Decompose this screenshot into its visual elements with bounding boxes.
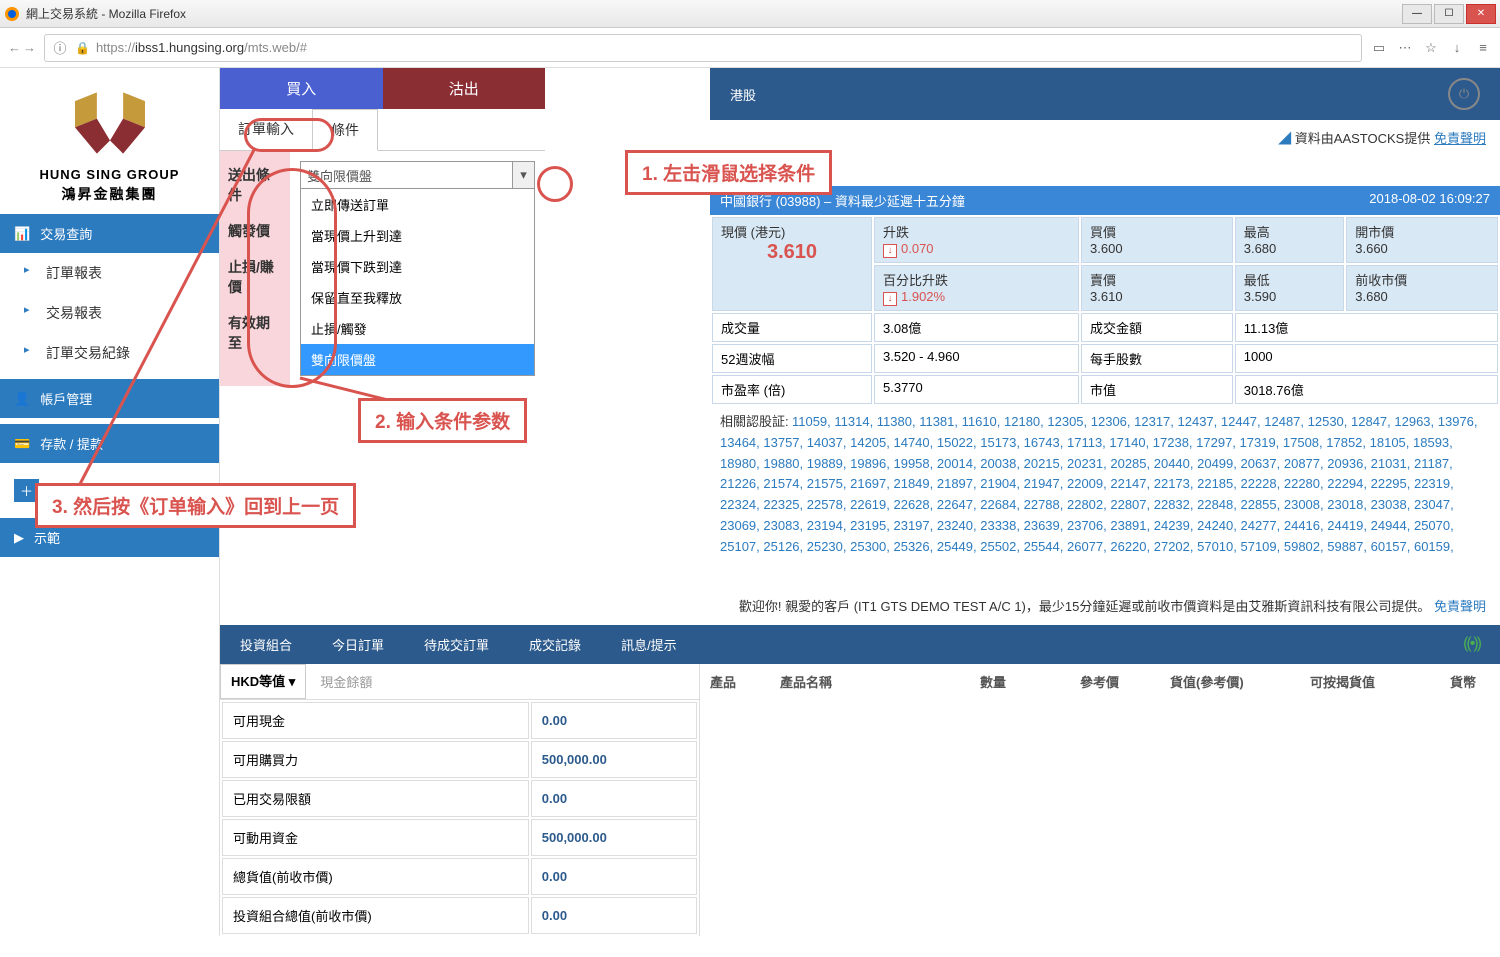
back-button[interactable]: ← — [8, 40, 21, 55]
high-value: 3.680 — [1244, 241, 1336, 256]
change-value: 0.070 — [901, 241, 934, 256]
pct-value: 1.902% — [901, 289, 945, 304]
down-arrow-icon: ↓ — [883, 292, 897, 306]
callout-1: 1. 左击滑鼠选择条件 — [625, 150, 832, 195]
lot-value: 1000 — [1235, 344, 1498, 373]
nav-trade-inquiry[interactable]: 📊 交易查詢 — [0, 214, 219, 253]
currency-dropdown[interactable]: HKD等值 ▾ — [220, 664, 306, 699]
user-icon: 👤 — [14, 391, 30, 407]
live-indicator-icon: ((•)) — [1463, 635, 1480, 654]
tab-pending-orders[interactable]: 待成交訂單 — [424, 635, 489, 654]
market-pane: 港股 ⏻ ◢ 資料由AASTOCKS提供 免責聲明 代碼 中國銀行 (03988… — [710, 68, 1500, 556]
warrants-codes[interactable]: 11059, 11314, 11380, 11381, 11610, 12180… — [720, 414, 1478, 556]
lock-icon: 🔒 — [75, 41, 90, 55]
library-icon[interactable]: ↓ — [1448, 39, 1466, 57]
tab-trade-records[interactable]: 成交記錄 — [529, 635, 581, 654]
callout-3-circle — [244, 118, 334, 152]
disclaimer-link[interactable]: 免責聲明 — [1434, 131, 1486, 146]
turnover-value: 11.13億 — [1235, 313, 1498, 342]
timestamp: 2018-08-02 16:09:27 — [1369, 191, 1490, 210]
account-area: HKD等值 ▾ 現金餘額 可用現金0.00 可用購買力500,000.00 已用… — [220, 664, 1500, 936]
firefox-icon — [4, 6, 20, 22]
bid-value: 3.600 — [1090, 241, 1224, 256]
callout-2: 2. 输入条件参数 — [358, 398, 527, 443]
tab-portfolio[interactable]: 投資組合 — [240, 635, 292, 654]
play-icon: ▶ — [14, 530, 24, 546]
range52-value: 3.520 - 4.960 — [874, 344, 1079, 373]
maximize-button[interactable]: ☐ — [1434, 4, 1464, 24]
cap-value: 3018.76億 — [1235, 375, 1498, 404]
tab-today-orders[interactable]: 今日訂單 — [332, 635, 384, 654]
more-icon[interactable]: ⋯ — [1396, 39, 1414, 57]
bottom-tabs: 投資組合 今日訂單 待成交訂單 成交記錄 訊息/提示 ((•)) — [220, 625, 1500, 664]
volume-value: 3.08億 — [874, 313, 1079, 342]
down-arrow-icon: ↓ — [883, 244, 897, 258]
info-icon[interactable]: ⓘ — [51, 39, 69, 57]
chevron-down-icon: ▾ — [289, 674, 296, 689]
callout-1-circle — [537, 166, 573, 202]
url-bar[interactable]: ⓘ 🔒 https://ibss1.hungsing.org/mts.web/# — [44, 34, 1362, 62]
callout-2-circle — [247, 168, 337, 388]
wallet-icon: 💳 — [14, 436, 30, 452]
window-title: 網上交易系統 - Mozilla Firefox — [26, 5, 1402, 22]
aastocks-logo-icon: ◢ — [1278, 131, 1291, 146]
power-icon[interactable]: ⏻ — [1448, 78, 1480, 110]
welcome-disclaimer-link[interactable]: 免責聲明 — [1434, 599, 1486, 614]
chart-icon: 📊 — [14, 226, 30, 242]
logo: HUNG SING GROUP 鴻昇金融集團 — [0, 68, 219, 214]
browser-toolbar: ← → ⓘ 🔒 https://ibss1.hungsing.org/mts.w… — [0, 28, 1500, 68]
nav-account-mgmt[interactable]: 👤 帳戶管理 — [0, 379, 219, 418]
menu-button[interactable]: ≡ — [1474, 39, 1492, 57]
low-value: 3.590 — [1244, 289, 1336, 304]
pe-value: 5.3770 — [874, 375, 1079, 404]
welcome-text: 歡迎你! 親愛的客戶 (IT1 GTS DEMO TEST A/C 1)，最少1… — [739, 599, 1430, 614]
nav-deposit[interactable]: 💳 存款 / 提款 — [0, 424, 219, 463]
logo-text-en: HUNG SING GROUP — [10, 167, 209, 182]
warrants-list: 相關認股証: 11059, 11314, 11380, 11381, 11610… — [710, 406, 1500, 556]
holdings-header: 產品 產品名稱 數量 參考價 貨值(參考價) 可按揭貨值 貨幣 — [700, 664, 1500, 699]
balance-table: 可用現金0.00 可用購買力500,000.00 已用交易限額0.00 可動用資… — [220, 700, 699, 936]
market-tab-hk[interactable]: 港股 — [730, 85, 756, 104]
forward-button[interactable]: → — [23, 40, 36, 55]
tab-messages[interactable]: 訊息/提示 — [621, 635, 677, 654]
condition-dropdown[interactable]: 雙向限價盤 ▾ — [300, 161, 535, 189]
nav-item-trade-report[interactable]: 交易報表 — [0, 293, 219, 333]
window-titlebar: 網上交易系統 - Mozilla Firefox — ☐ ✕ — [0, 0, 1500, 28]
callout-3: 3. 然后按《订单输入》回到上一页 — [35, 483, 356, 528]
buy-button[interactable]: 買入 — [220, 68, 383, 109]
open-value: 3.660 — [1355, 241, 1489, 256]
logo-text-zh: 鴻昇金融集團 — [10, 184, 209, 204]
minimize-button[interactable]: — — [1402, 4, 1432, 24]
nav-item-order-history[interactable]: 訂單交易紀錄 — [0, 333, 219, 373]
quote-table: 現價 (港元) 3.610 升跌 ↓0.070 買價3.600 最高3.680 … — [710, 215, 1500, 406]
current-price: 3.610 — [721, 241, 863, 264]
star-icon[interactable]: ☆ — [1422, 39, 1440, 57]
chevron-down-icon[interactable]: ▾ — [512, 162, 534, 188]
aastocks-label: 資料由AASTOCKS提供 — [1295, 131, 1431, 146]
close-button[interactable]: ✕ — [1466, 4, 1496, 24]
nav-item-order-report[interactable]: 訂單報表 — [0, 253, 219, 293]
reader-icon[interactable]: ▭ — [1370, 39, 1388, 57]
balance-label: 現金餘額 — [306, 664, 386, 699]
url-text: https://ibss1.hungsing.org/mts.web/# — [96, 40, 307, 55]
prev-value: 3.680 — [1355, 289, 1489, 304]
sell-button[interactable]: 沽出 — [383, 68, 546, 109]
main-content: 買入 沽出 訂單輸入 條件 送出條件 觸發價 止損/賺價 有效期至 雙向限價盤 … — [220, 68, 1500, 936]
ask-value: 3.610 — [1090, 289, 1224, 304]
